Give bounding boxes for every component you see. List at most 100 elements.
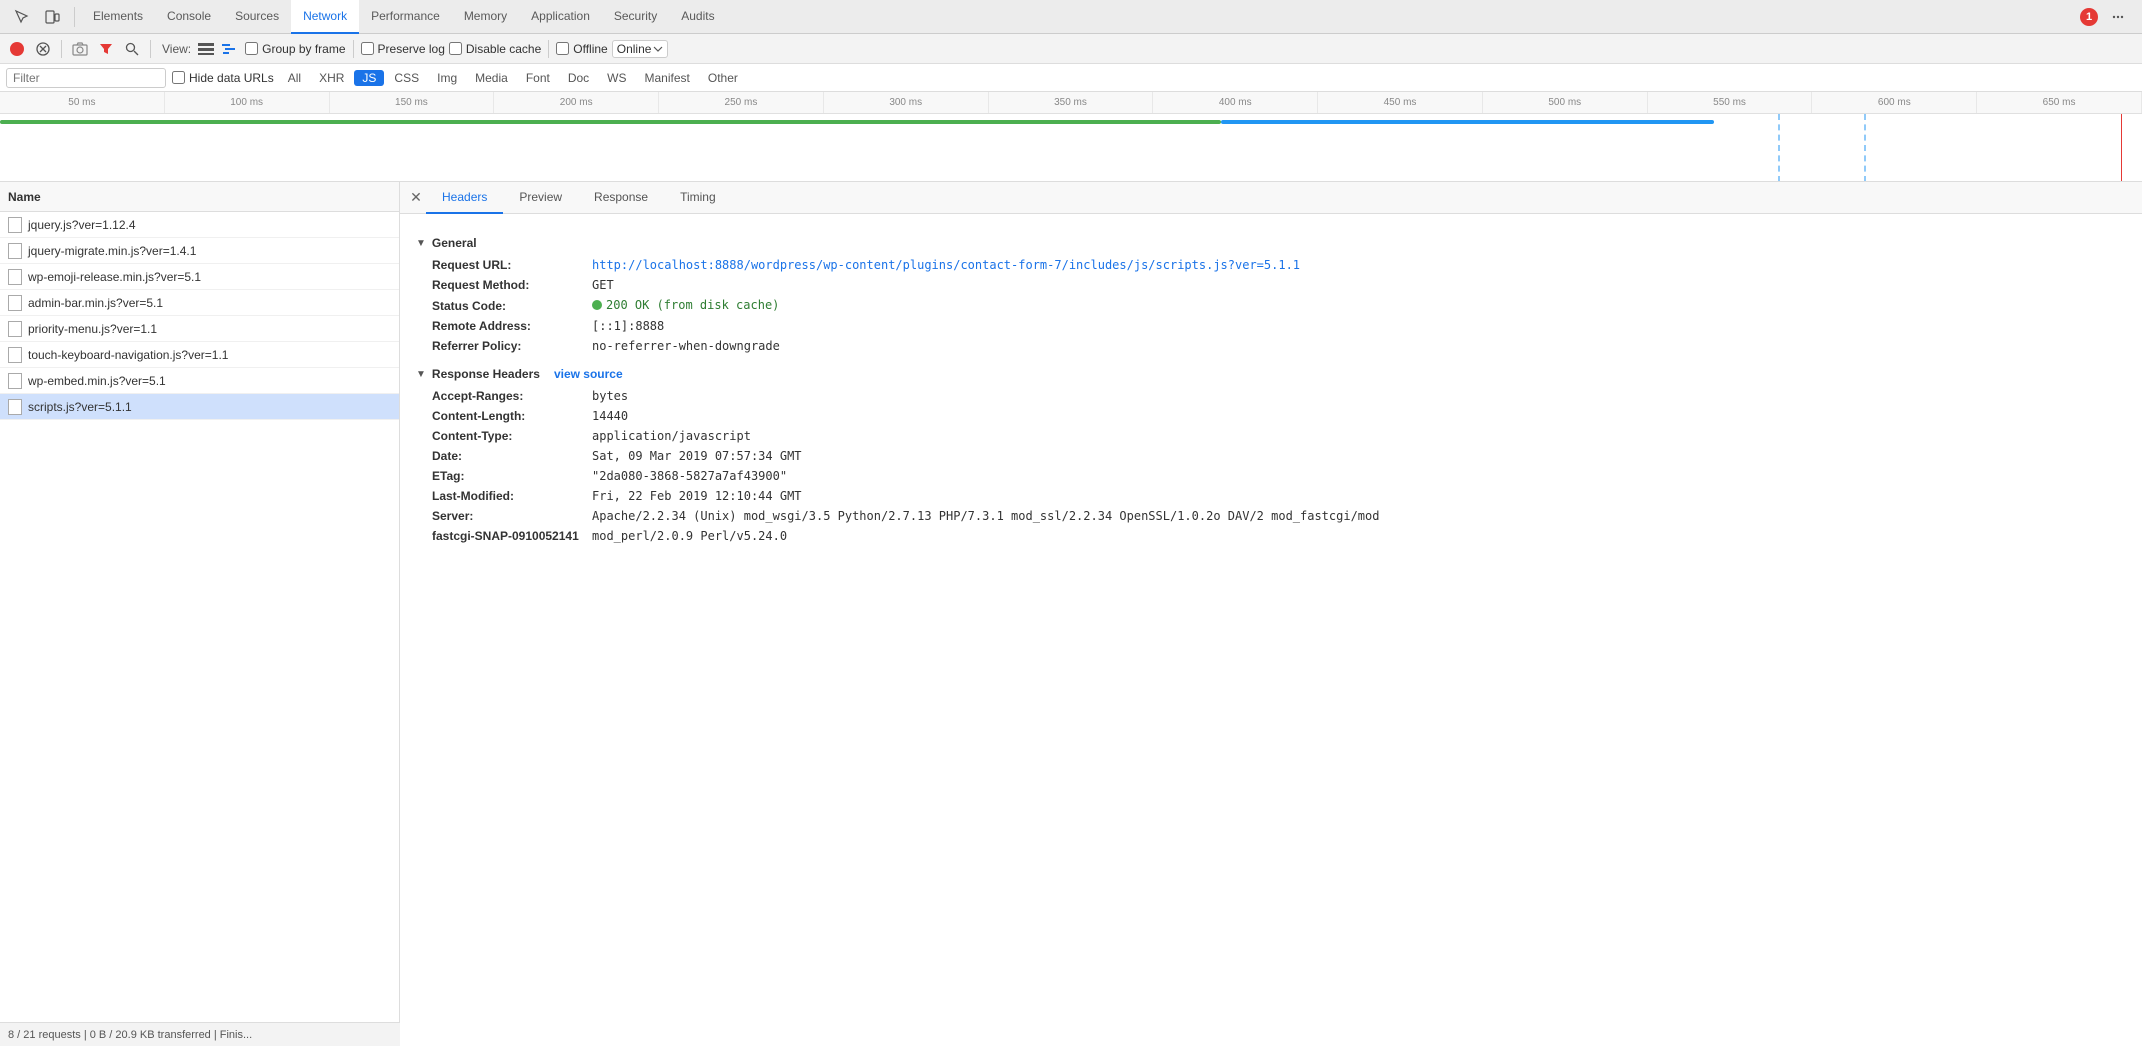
list-item[interactable]: scripts.js?ver=5.1.1 — [0, 394, 399, 420]
detail-tab-response[interactable]: Response — [578, 182, 664, 214]
request-method-row: Request Method: GET — [432, 278, 2126, 292]
tab-console[interactable]: Console — [155, 0, 223, 34]
file-name: jquery.js?ver=1.12.4 — [28, 218, 136, 232]
ruler-tick: 250 ms — [659, 92, 824, 113]
ruler-tick: 400 ms — [1153, 92, 1318, 113]
response-header-value: Apache/2.2.34 (Unix) mod_wsgi/3.5 Python… — [592, 509, 1379, 523]
camera-button[interactable] — [69, 38, 91, 60]
tab-application[interactable]: Application — [519, 0, 602, 34]
filter-type-xhr[interactable]: XHR — [311, 70, 352, 86]
status-bar: 8 / 21 requests | 0 B / 20.9 KB transfer… — [0, 1022, 400, 1046]
filter-type-all[interactable]: All — [280, 70, 309, 86]
response-header-value: mod_perl/2.0.9 Perl/v5.24.0 — [592, 529, 787, 543]
file-icon — [8, 269, 22, 285]
clear-button[interactable] — [32, 38, 54, 60]
response-header-value: 14440 — [592, 409, 628, 423]
detail-tab-timing[interactable]: Timing — [664, 182, 732, 214]
tab-security[interactable]: Security — [602, 0, 669, 34]
file-icon — [8, 373, 22, 389]
filter-type-js[interactable]: JS — [354, 70, 384, 86]
red-timeline-line — [2121, 114, 2122, 182]
timeline-bars — [0, 114, 2142, 182]
general-section-header[interactable]: ▼ General — [416, 236, 2126, 250]
filter-button[interactable] — [95, 38, 117, 60]
waterfall-view-button[interactable] — [219, 38, 241, 60]
tab-memory[interactable]: Memory — [452, 0, 519, 34]
file-list-header: Name — [0, 182, 399, 212]
file-icon — [8, 295, 22, 311]
response-header-row: Content-Length:14440 — [432, 409, 2126, 423]
filter-type-doc[interactable]: Doc — [560, 70, 597, 86]
more-tools-icon[interactable] — [2104, 3, 2132, 31]
element-selector-icon[interactable] — [8, 3, 36, 31]
detail-content: ▼ General Request URL: http://localhost:… — [400, 214, 2142, 1046]
detail-tab-preview[interactable]: Preview — [503, 182, 578, 214]
filter-input[interactable] — [6, 68, 166, 88]
offline-input[interactable] — [556, 42, 569, 55]
filter-type-ws[interactable]: WS — [599, 70, 634, 86]
list-item[interactable]: priority-menu.js?ver=1.1 — [0, 316, 399, 342]
filter-type-manifest[interactable]: Manifest — [637, 70, 698, 86]
disable-cache-input[interactable] — [449, 42, 462, 55]
view-source-link[interactable]: view source — [554, 367, 623, 381]
view-icons — [195, 38, 241, 60]
file-name: jquery-migrate.min.js?ver=1.4.1 — [28, 244, 196, 258]
throttle-select[interactable]: Online — [612, 40, 669, 58]
tab-performance[interactable]: Performance — [359, 0, 452, 34]
detail-tab-headers[interactable]: Headers — [426, 182, 503, 214]
group-by-frame-checkbox[interactable]: Group by frame — [245, 42, 345, 56]
file-icon — [8, 217, 22, 233]
list-item[interactable]: jquery.js?ver=1.12.4 — [0, 212, 399, 238]
timeline-area: 50 ms100 ms150 ms200 ms250 ms300 ms350 m… — [0, 92, 2142, 182]
hide-data-urls-input[interactable] — [172, 71, 185, 84]
list-item[interactable]: jquery-migrate.min.js?ver=1.4.1 — [0, 238, 399, 264]
preserve-log-input[interactable] — [361, 42, 374, 55]
list-view-button[interactable] — [195, 38, 217, 60]
filter-type-css[interactable]: CSS — [386, 70, 427, 86]
general-arrow-icon: ▼ — [416, 238, 426, 249]
response-header-key: Date: — [432, 449, 592, 463]
ruler-tick: 50 ms — [0, 92, 165, 113]
offline-checkbox[interactable]: Offline — [556, 42, 607, 56]
response-header-row: Server:Apache/2.2.34 (Unix) mod_wsgi/3.5… — [432, 509, 2126, 523]
response-header-value: Sat, 09 Mar 2019 07:57:34 GMT — [592, 449, 802, 463]
ruler-tick: 550 ms — [1648, 92, 1813, 113]
response-headers-section-header[interactable]: ▼ Response Headers view source — [416, 367, 2126, 381]
search-button[interactable] — [121, 38, 143, 60]
close-detail-button[interactable]: ✕ — [406, 188, 426, 208]
disable-cache-checkbox[interactable]: Disable cache — [449, 42, 541, 56]
filter-type-font[interactable]: Font — [518, 70, 558, 86]
list-item[interactable]: admin-bar.min.js?ver=5.1 — [0, 290, 399, 316]
hide-data-urls-checkbox[interactable]: Hide data URLs — [172, 71, 274, 85]
response-headers-list: Accept-Ranges:bytesContent-Length:14440C… — [416, 389, 2126, 543]
tab-audits[interactable]: Audits — [669, 0, 726, 34]
device-toolbar-icon[interactable] — [38, 3, 66, 31]
record-button[interactable] — [6, 38, 28, 60]
filter-type-media[interactable]: Media — [467, 70, 516, 86]
network-toolbar: View: Group by frame Preserve log Disabl… — [0, 34, 2142, 64]
list-item[interactable]: touch-keyboard-navigation.js?ver=1.1 — [0, 342, 399, 368]
file-name: priority-menu.js?ver=1.1 — [28, 322, 157, 336]
list-item[interactable]: wp-emoji-release.min.js?ver=5.1 — [0, 264, 399, 290]
tab-network[interactable]: Network — [291, 0, 359, 34]
tab-elements[interactable]: Elements — [81, 0, 155, 34]
file-list: jquery.js?ver=1.12.4 jquery-migrate.min.j… — [0, 212, 399, 1022]
group-by-frame-input[interactable] — [245, 42, 258, 55]
response-header-key: ETag: — [432, 469, 592, 483]
response-header-row: ETag:"2da080-3868-5827a7af43900" — [432, 469, 2126, 483]
preserve-log-checkbox[interactable]: Preserve log — [361, 42, 445, 56]
response-header-row: Content-Type:application/javascript — [432, 429, 2126, 443]
filter-type-img[interactable]: Img — [429, 70, 465, 86]
response-header-key: Last-Modified: — [432, 489, 592, 503]
response-header-key: Server: — [432, 509, 592, 523]
file-name: wp-emoji-release.min.js?ver=5.1 — [28, 270, 201, 284]
tab-sources[interactable]: Sources — [223, 0, 291, 34]
ruler-tick: 450 ms — [1318, 92, 1483, 113]
response-header-value: bytes — [592, 389, 628, 403]
filter-row: Hide data URLs AllXHRJSCSSImgMediaFontDo… — [0, 64, 2142, 92]
filter-types: AllXHRJSCSSImgMediaFontDocWSManifestOthe… — [280, 70, 746, 86]
response-header-row: Last-Modified:Fri, 22 Feb 2019 12:10:44 … — [432, 489, 2126, 503]
list-item[interactable]: wp-embed.min.js?ver=5.1 — [0, 368, 399, 394]
filter-type-other[interactable]: Other — [700, 70, 746, 86]
response-headers-arrow-icon: ▼ — [416, 369, 426, 380]
